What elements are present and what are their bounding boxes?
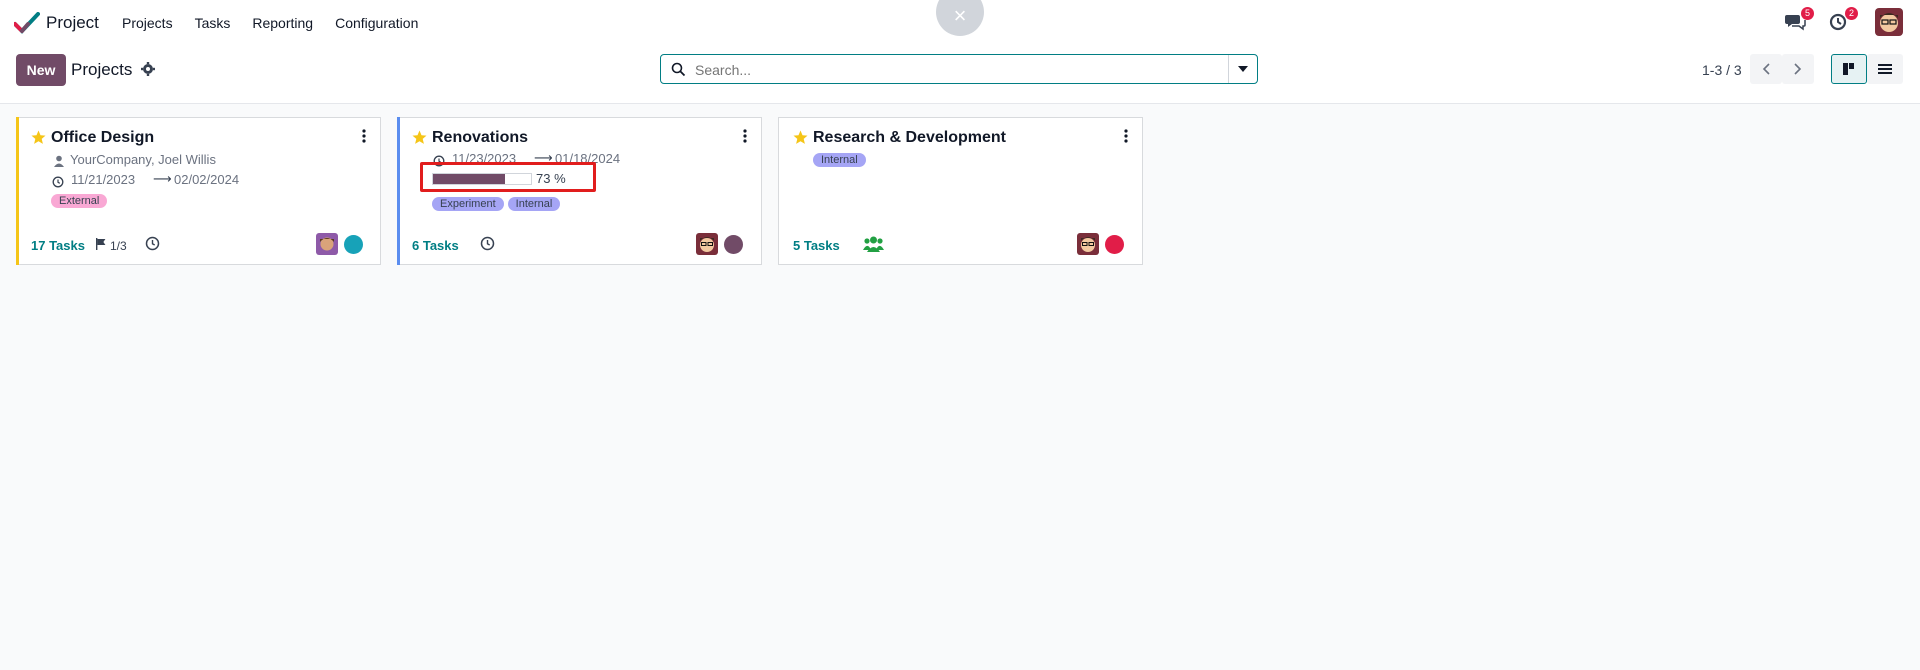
flag-icon [96, 238, 106, 250]
avatar-image [316, 233, 338, 255]
user-avatar-image [1875, 8, 1903, 36]
status-indicator[interactable] [1105, 235, 1124, 254]
activity-clock-icon[interactable] [480, 236, 495, 251]
top-navbar: Project Projects Tasks Reporting Configu… [0, 0, 1920, 46]
activities-button[interactable]: 2 [1828, 7, 1858, 34]
project-card-renovations[interactable]: Renovations 11/23/2023 ⟶ 01/18/2024 73 %… [397, 117, 762, 265]
search-input[interactable] [693, 59, 1197, 81]
star-icon[interactable] [793, 130, 808, 145]
date-arrow-icon: ⟶ [153, 171, 172, 186]
avatar-image [1077, 233, 1099, 255]
kebab-menu-icon[interactable] [1124, 129, 1128, 143]
pager-value[interactable]: 1-3 / 3 [1702, 62, 1742, 78]
new-button[interactable]: New [16, 54, 66, 86]
menu-tasks[interactable]: Tasks [195, 15, 231, 31]
kanban-view-button[interactable] [1831, 54, 1867, 84]
close-button[interactable]: × [936, 0, 984, 36]
manager-avatar[interactable] [1077, 233, 1099, 255]
activity-clock-icon[interactable] [145, 236, 160, 251]
chevron-left-icon [1762, 63, 1770, 75]
tag: External [51, 194, 108, 208]
card-title: Renovations [432, 129, 529, 146]
followers-group-icon[interactable] [863, 235, 884, 253]
messages-badge: 5 [1800, 7, 1814, 20]
status-indicator[interactable] [724, 235, 743, 254]
caret-down-icon [1238, 66, 1248, 72]
chevron-right-icon [1794, 63, 1802, 75]
kanban-icon [1843, 63, 1854, 75]
kebab-menu-icon[interactable] [362, 129, 366, 143]
messages-button[interactable]: 5 [1784, 7, 1814, 34]
card-tags: Internal [813, 150, 870, 168]
user-icon [54, 155, 64, 167]
pager-previous-button[interactable] [1750, 54, 1782, 84]
gear-icon[interactable] [140, 61, 156, 77]
card-color-accent [397, 117, 400, 265]
search-bar [660, 54, 1258, 84]
status-indicator[interactable] [344, 235, 363, 254]
main-menu: Projects Tasks Reporting Configuration [122, 15, 440, 31]
menu-projects[interactable]: Projects [122, 15, 173, 31]
menu-configuration[interactable]: Configuration [335, 15, 418, 31]
page-title: Projects [71, 60, 133, 79]
star-icon[interactable] [31, 130, 46, 145]
project-app-logo-icon[interactable] [14, 12, 40, 34]
card-customer: YourCompany, Joel Willis [70, 152, 216, 167]
card-color-accent [16, 117, 19, 265]
star-icon[interactable] [412, 130, 427, 145]
activities-badge: 2 [1844, 7, 1858, 20]
manager-avatar[interactable] [696, 233, 718, 255]
tasks-link[interactable]: 5 Tasks [793, 238, 840, 253]
control-panel: New Projects 1-3 / 3 [0, 46, 1920, 104]
tag: Internal [813, 153, 866, 167]
user-avatar[interactable] [1875, 8, 1903, 36]
project-card-office-design[interactable]: Office Design YourCompany, Joel Willis 1… [16, 117, 381, 265]
card-date-start: 11/21/2023 [71, 172, 136, 187]
card-date-end: 02/02/2024 [174, 172, 240, 187]
tasks-link[interactable]: 6 Tasks [412, 238, 459, 253]
highlight-box [420, 162, 596, 192]
menu-reporting[interactable]: Reporting [252, 15, 313, 31]
search-options-toggle[interactable] [1228, 55, 1257, 83]
manager-avatar[interactable] [316, 233, 338, 255]
search-icon [671, 62, 686, 77]
milestones-count: 1/3 [110, 239, 127, 253]
tag: Experiment [432, 197, 504, 211]
app-name[interactable]: Project [46, 13, 99, 33]
card-title: Research & Development [813, 129, 1006, 146]
tasks-link[interactable]: 17 Tasks [31, 238, 85, 253]
card-tags: Experiment Internal [432, 194, 564, 212]
avatar-image [696, 233, 718, 255]
kebab-menu-icon[interactable] [743, 129, 747, 143]
pager-next-button[interactable] [1782, 54, 1814, 84]
list-icon [1878, 64, 1892, 74]
list-view-button[interactable] [1867, 54, 1903, 84]
project-card-research-development[interactable]: Research & Development Internal 5 Tasks [778, 117, 1143, 265]
card-title: Office Design [51, 129, 155, 146]
tag: Internal [507, 197, 561, 211]
card-tags: External [51, 191, 111, 209]
clock-icon [52, 176, 64, 188]
